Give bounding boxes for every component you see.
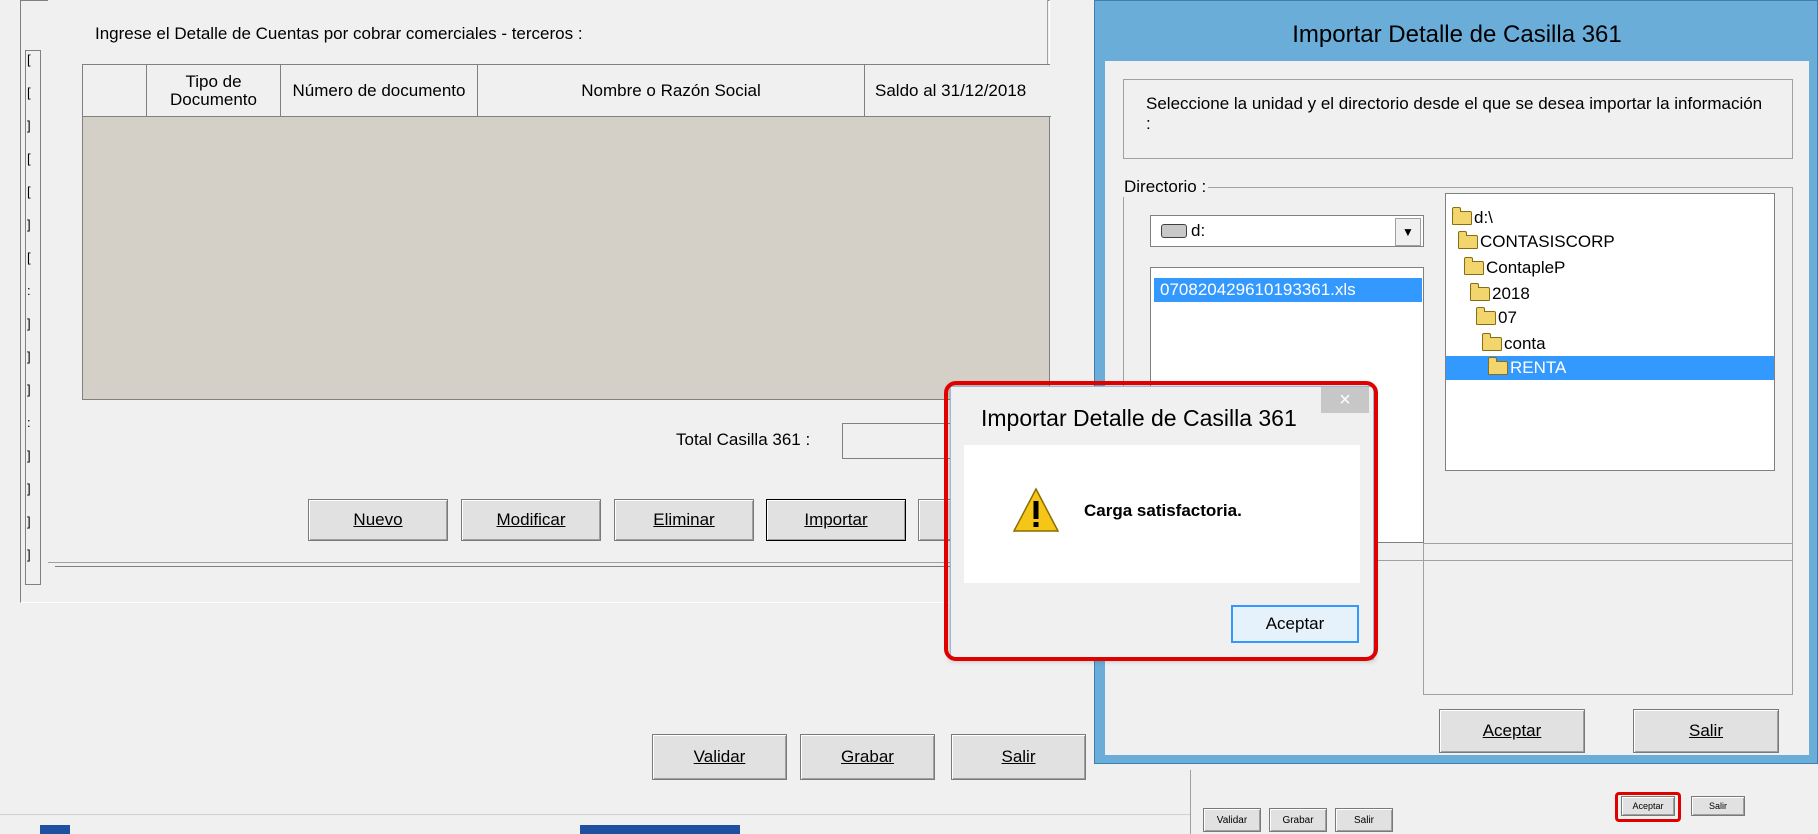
grabar-button[interactable]: Grabar: [800, 734, 935, 780]
description-text: Seleccione la unidad y el directorio des…: [1146, 94, 1763, 133]
left-grid-mark: [: [27, 151, 31, 166]
header-rownum: [83, 65, 147, 116]
folder-open-icon: [1464, 257, 1484, 275]
left-grid-mark: [: [27, 85, 31, 100]
eliminar-button[interactable]: Eliminar: [614, 499, 754, 541]
grid-bottom-strip: [55, 566, 1045, 578]
left-grid-mark: [: [27, 184, 31, 199]
left-grid-mark: [: [27, 250, 31, 265]
drive-select[interactable]: d: ▼: [1150, 215, 1424, 247]
import-window-title: Importar Detalle de Casilla 361: [1292, 21, 1622, 48]
left-grid-mark: ]: [27, 382, 31, 397]
left-grid-mark: ]: [27, 316, 31, 331]
left-grid-mark: [: [27, 52, 31, 67]
tree-item-root[interactable]: d:\: [1452, 206, 1493, 230]
tree-item-contasiscorp[interactable]: CONTASISCORP: [1458, 230, 1615, 254]
directory-tree[interactable]: d:\ CONTASISCORP ContapleP 2018 07 conta…: [1445, 193, 1775, 471]
table-header: Tipo de Documento Número de documento No…: [83, 65, 1051, 117]
header-nombre[interactable]: Nombre o Razón Social: [478, 65, 865, 116]
total-label: Total Casilla 361 :: [676, 430, 811, 449]
lower-panel: [1423, 543, 1793, 695]
import-aceptar-button[interactable]: Aceptar: [1439, 709, 1585, 753]
directorio-label: Directorio :: [1124, 177, 1207, 196]
mini-grabar-button[interactable]: Grabar: [1269, 808, 1327, 832]
description-box: Seleccione la unidad y el directorio des…: [1123, 79, 1793, 159]
left-grid-mark: ]: [27, 349, 31, 364]
folder-open-icon: [1452, 207, 1472, 225]
instruction-label: Ingrese el Detalle de Cuentas por cobrar…: [95, 24, 583, 43]
importar-button[interactable]: Importar: [766, 499, 906, 541]
mini-salir-button[interactable]: Salir: [1335, 808, 1393, 832]
detail-table[interactable]: Tipo de Documento Número de documento No…: [82, 64, 1051, 400]
tree-item-conta[interactable]: conta: [1482, 332, 1546, 356]
validar-button[interactable]: Validar: [652, 734, 787, 780]
message-box-highlight: [944, 381, 1378, 661]
header-tipo-documento[interactable]: Tipo de Documento: [147, 65, 281, 116]
left-grid-mark: ]: [27, 217, 31, 232]
left-grid-mark: :: [27, 283, 31, 298]
nuevo-button[interactable]: Nuevo: [308, 499, 448, 541]
folder-open-icon: [1458, 231, 1478, 249]
background-mini-window: Validar Grabar Salir Aceptar Salir: [1190, 770, 1818, 834]
drive-value: d:: [1191, 221, 1206, 240]
left-grid-mark: ]: [27, 448, 31, 463]
folder-open-icon: [1482, 333, 1502, 351]
bottom-strip-blue-1: [40, 825, 70, 834]
tree-item-contaplep[interactable]: ContapleP: [1464, 256, 1565, 280]
left-grid-mark: ]: [27, 481, 31, 496]
left-grid-mark: ]: [27, 547, 31, 562]
tree-item-2018[interactable]: 2018: [1470, 282, 1530, 306]
tree-item-renta-selected[interactable]: RENTA: [1446, 356, 1774, 380]
chevron-down-icon[interactable]: ▼: [1395, 218, 1421, 246]
left-grid-mark: ]: [27, 118, 31, 133]
left-grid-mark: ]: [27, 514, 31, 529]
import-salir-button[interactable]: Salir: [1633, 709, 1779, 753]
folder-open-icon: [1488, 357, 1508, 375]
header-numero-documento[interactable]: Número de documento: [281, 65, 478, 116]
mini-aceptar-highlight: [1615, 792, 1681, 822]
bottom-strip-blue-2: [580, 825, 740, 834]
folder-open-icon: [1470, 283, 1490, 301]
file-name: 070820429610193361.xls: [1160, 280, 1356, 299]
drive-icon: [1161, 224, 1187, 238]
header-saldo[interactable]: Saldo al 31/12/2018: [865, 65, 1051, 116]
tree-item-07[interactable]: 07: [1476, 306, 1517, 330]
modificar-button[interactable]: Modificar: [461, 499, 601, 541]
mini-validar-button[interactable]: Validar: [1203, 808, 1261, 832]
left-grid-mark: :: [27, 415, 31, 430]
folder-open-icon: [1476, 307, 1496, 325]
mini-salir-right-button[interactable]: Salir: [1691, 796, 1745, 816]
salir-button[interactable]: Salir: [951, 734, 1086, 780]
file-item-selected[interactable]: 070820429610193361.xls: [1154, 278, 1422, 302]
